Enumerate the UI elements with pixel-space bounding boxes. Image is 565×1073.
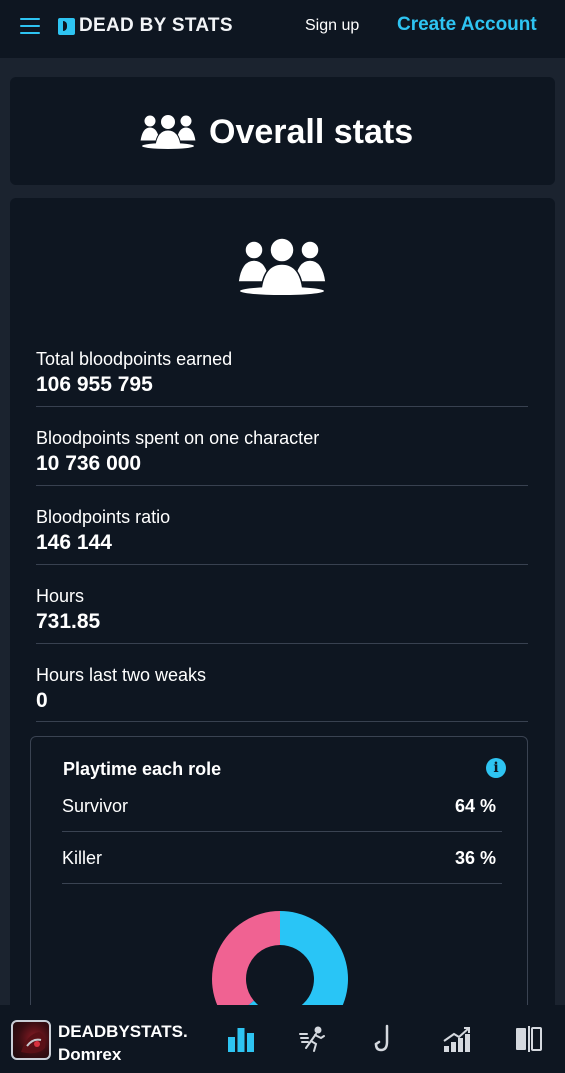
stat-label: Bloodpoints spent on one character [36,428,320,448]
role-name: Killer [62,848,103,868]
stat-value: 731.85 [36,610,101,633]
stat-value: 106 955 795 [36,373,153,396]
compare-icon[interactable] [513,1024,543,1054]
top-navbar: DEAD BY STATS Sign up Create Account [0,0,565,58]
sign-up-link[interactable]: Sign up [305,17,359,35]
brand-icon [58,17,75,35]
stat-label: Total bloodpoints earned [36,349,233,369]
stat-label: Bloodpoints ratio [36,507,171,527]
killer-hook-icon[interactable] [370,1024,400,1054]
stat-total-bloodpoints: Total bloodpoints earned 106 955 795 [36,349,528,407]
playtime-title: Playtime each role [63,759,222,779]
stat-value: 10 736 000 [36,452,142,475]
page-title: Overall stats [209,113,414,151]
menu-icon[interactable] [20,18,40,34]
progress-chart-icon[interactable] [442,1024,472,1054]
role-percent: 36 % [454,848,496,868]
stat-bloodpoints-one-character: Bloodpoints spent on one character 10 73… [36,428,528,486]
create-account-link[interactable]: Create Account [397,14,537,36]
role-name: Survivor [62,796,129,816]
players-group-icon [139,114,197,149]
bar-chart-icon[interactable] [226,1024,256,1054]
stat-label: Hours [36,586,85,606]
brand-logo-link[interactable]: DEAD BY STATS [58,15,233,37]
survivor-run-icon[interactable] [298,1024,328,1054]
role-row-survivor: Survivor 64 % [62,780,502,832]
stat-bloodpoints-ratio: Bloodpoints ratio 146 144 [36,507,528,565]
players-group-icon [237,237,327,295]
stat-value: 0 [36,689,48,712]
stat-hours-last-two-weeks: Hours last two weaks 0 [36,665,528,722]
profile-name[interactable]: DEADBYSTATS. [58,1022,196,1042]
stat-value: 146 144 [36,531,112,554]
avatar[interactable] [11,1020,51,1060]
stat-hours: Hours 731.85 [36,586,528,644]
role-percent: 64 % [454,796,496,816]
stat-label: Hours last two weaks [36,665,207,685]
info-icon[interactable]: i [486,758,506,778]
profile-username[interactable]: Domrex [58,1045,121,1065]
role-row-killer: Killer 36 % [62,832,502,884]
brand-name: DEAD BY STATS [79,15,233,36]
